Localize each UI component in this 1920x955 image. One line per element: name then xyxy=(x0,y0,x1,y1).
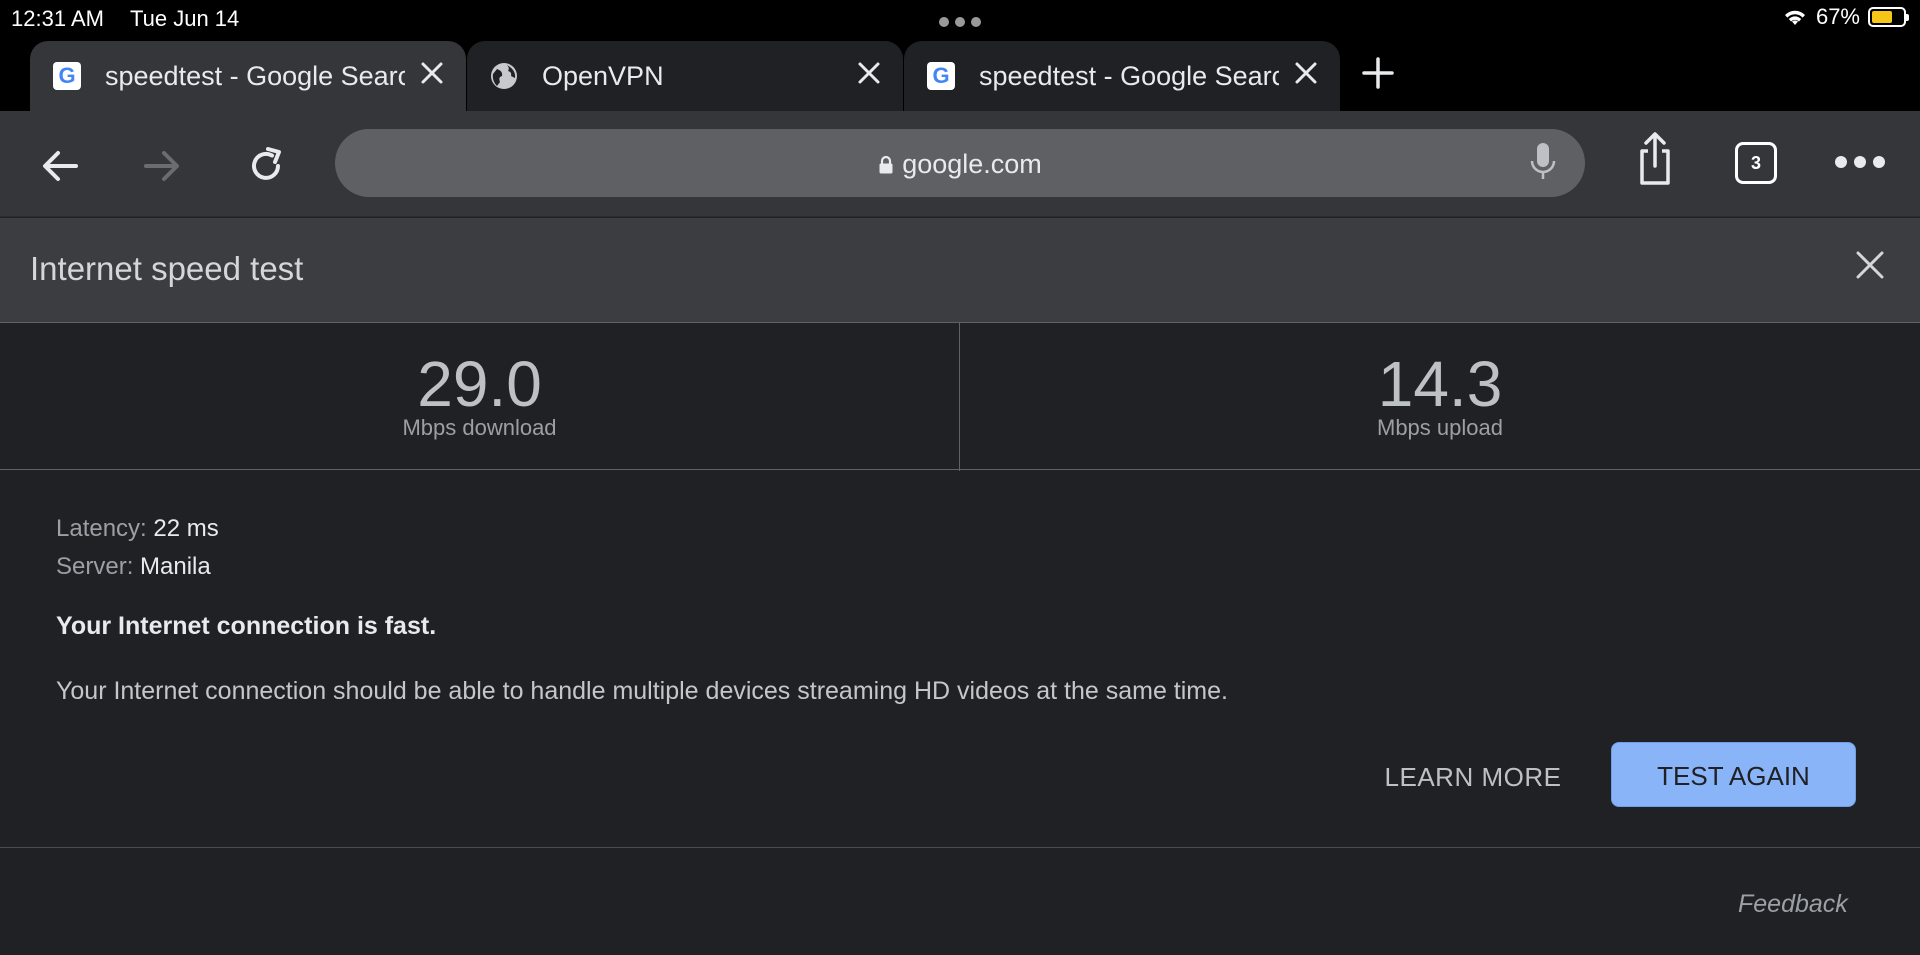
latency-value: 22 ms xyxy=(153,515,219,542)
tab-speedtest-1[interactable]: G speedtest - Google Search xyxy=(30,41,466,111)
multitasking-dots-icon[interactable] xyxy=(939,17,981,27)
more-menu-icon[interactable] xyxy=(1834,152,1886,172)
server-line: Server: Manila xyxy=(56,548,219,586)
download-label: Mbps download xyxy=(402,415,557,440)
upload-value: 14.3 xyxy=(1377,348,1503,420)
speedtest-title: Internet speed test xyxy=(30,250,304,287)
google-g-icon: G xyxy=(926,61,956,91)
microphone-icon[interactable] xyxy=(1528,141,1558,185)
google-g-icon: G xyxy=(52,61,82,91)
server-value: Manila xyxy=(140,553,211,580)
share-icon[interactable] xyxy=(1630,131,1680,189)
divider xyxy=(0,847,1920,848)
forward-arrow-icon[interactable] xyxy=(138,142,186,190)
close-icon[interactable] xyxy=(1853,248,1887,282)
tab-switcher-button[interactable]: 3 xyxy=(1735,142,1777,184)
download-result: 29.0 Mbps download xyxy=(0,323,960,471)
test-details: Latency: 22 ms Server: Manila xyxy=(56,510,219,586)
status-indicators: 67% xyxy=(1782,4,1909,30)
address-bar[interactable]: google.com xyxy=(335,129,1585,197)
latency-line: Latency: 22 ms xyxy=(56,510,219,548)
tab-openvpn[interactable]: OpenVPN xyxy=(467,41,903,111)
battery-icon xyxy=(1868,7,1909,27)
learn-more-button[interactable]: LEARN MORE xyxy=(1378,740,1568,812)
url-text: google.com xyxy=(902,149,1042,179)
result-headline: Your Internet connection is fast. xyxy=(56,612,437,640)
speedtest-header: Internet speed test xyxy=(0,218,1920,322)
tab-strip: G speedtest - Google Search OpenVPN G sp… xyxy=(0,37,1920,111)
download-value: 29.0 xyxy=(417,348,542,420)
result-description: Your Internet connection should be able … xyxy=(56,677,1228,705)
feedback-link[interactable]: Feedback xyxy=(1738,890,1848,919)
address-bar-content: google.com xyxy=(335,149,1585,180)
status-time: 12:31 AM xyxy=(11,6,104,31)
tab-title: OpenVPN xyxy=(542,60,664,91)
tab-speedtest-2[interactable]: G speedtest - Google Search xyxy=(904,41,1340,111)
back-arrow-icon[interactable] xyxy=(36,142,84,190)
lock-icon xyxy=(879,155,893,174)
tab-title: speedtest - Google Search xyxy=(979,60,1279,91)
battery-percent: 67% xyxy=(1815,4,1860,29)
battery-level xyxy=(1872,11,1893,23)
close-tab-icon[interactable] xyxy=(418,59,446,87)
tab-title: speedtest - Google Search xyxy=(105,60,405,91)
close-tab-icon[interactable] xyxy=(1292,59,1320,87)
wifi-icon xyxy=(1784,10,1805,25)
test-again-button[interactable]: TEST AGAIN xyxy=(1611,742,1856,807)
status-date: Tue Jun 14 xyxy=(130,6,240,31)
browser-toolbar: google.com xyxy=(0,111,1920,217)
new-tab-plus-icon[interactable] xyxy=(1360,55,1396,91)
speed-results: 29.0 Mbps download 14.3 Mbps upload xyxy=(0,322,1920,471)
latency-key: Latency: xyxy=(56,515,147,542)
upload-result: 14.3 Mbps upload xyxy=(960,323,1920,471)
globe-icon xyxy=(489,61,519,91)
server-key: Server: xyxy=(56,553,134,580)
reload-icon[interactable] xyxy=(242,142,290,190)
upload-label: Mbps upload xyxy=(1377,415,1503,440)
close-tab-icon[interactable] xyxy=(855,59,883,87)
status-bar: 12:31 AM Tue Jun 14 67% xyxy=(0,0,1920,37)
